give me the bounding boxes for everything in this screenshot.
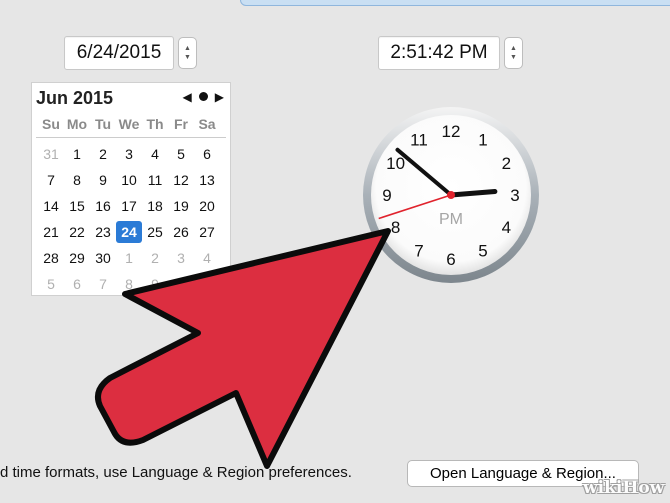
watermark-logo: wikiHow <box>583 478 665 498</box>
bottom-hint-text: d time formats, use Language & Region pr… <box>0 464 352 481</box>
red-arrow-overlay <box>95 228 391 469</box>
arrow-shape <box>95 228 391 469</box>
